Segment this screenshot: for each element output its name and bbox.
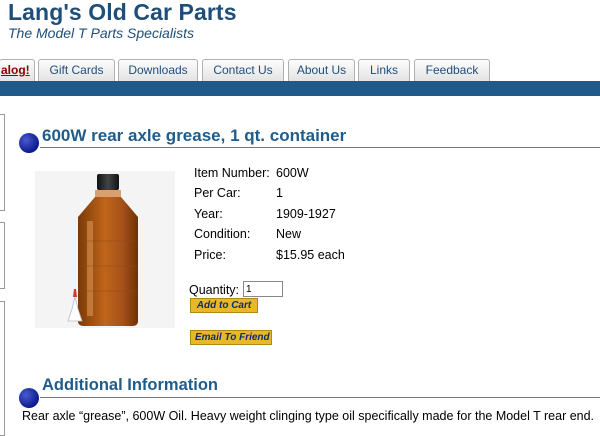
sidebar-box-edge <box>0 222 5 289</box>
nav-bar <box>0 81 600 96</box>
quantity-label: Quantity: <box>189 283 240 297</box>
product-description: Rear axle “grease”, 600W Oil. Heavy weig… <box>22 409 595 423</box>
tab-links[interactable]: Links <box>358 59 410 81</box>
spec-value-condition: New <box>276 227 302 241</box>
bullet-icon <box>19 133 39 153</box>
product-image[interactable] <box>35 171 175 328</box>
section-divider <box>40 147 600 148</box>
spec-label-year: Year: <box>194 207 223 221</box>
tab-gift-cards[interactable]: Gift Cards <box>38 59 115 81</box>
spec-value-per-car: 1 <box>276 186 283 200</box>
email-to-friend-button[interactable]: Email To Friend <box>190 330 272 345</box>
tab-catalog[interactable]: alog! <box>0 59 35 81</box>
site-tagline: The Model T Parts Specialists <box>8 25 194 41</box>
spec-label-price: Price: <box>194 248 226 262</box>
spec-label-condition: Condition: <box>194 227 251 241</box>
tab-feedback[interactable]: Feedback <box>414 59 490 81</box>
site-title[interactable]: Lang's Old Car Parts <box>8 0 237 26</box>
quantity-input[interactable] <box>243 281 283 297</box>
bullet-icon <box>19 388 39 408</box>
sidebar-box-edge <box>0 114 5 211</box>
spec-value-year: 1909-1927 <box>276 207 336 221</box>
tab-downloads[interactable]: Downloads <box>118 59 198 81</box>
section-divider <box>40 397 600 398</box>
add-to-cart-button[interactable]: Add to Cart <box>190 298 258 313</box>
spec-value-item-number: 600W <box>276 166 309 180</box>
tab-contact-us[interactable]: Contact Us <box>202 59 284 81</box>
tab-about-us[interactable]: About Us <box>288 59 355 81</box>
product-title: 600W rear axle grease, 1 qt. container <box>42 126 347 145</box>
sidebar-box-edge <box>0 301 5 436</box>
spec-label-item-number: Item Number: <box>194 166 270 180</box>
oil-bottle-icon <box>35 171 175 328</box>
spec-value-price: $15.95 each <box>276 248 345 262</box>
spec-label-per-car: Per Car: <box>194 186 241 200</box>
additional-info-title: Additional Information <box>42 376 218 394</box>
